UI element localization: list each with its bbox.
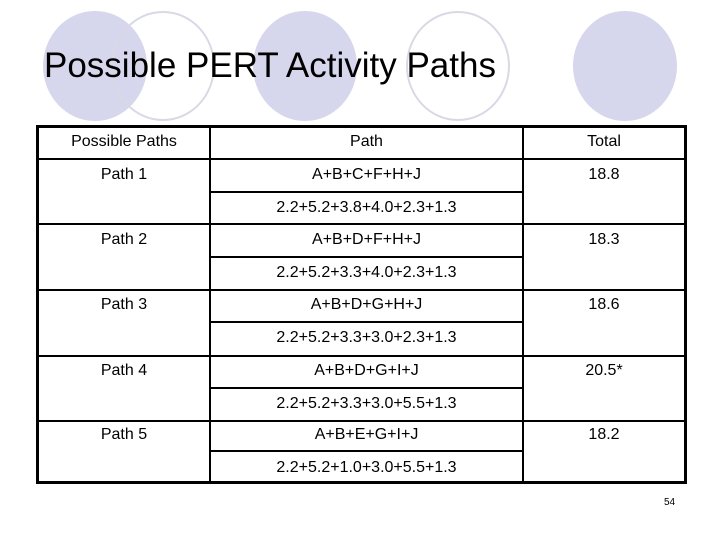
row-divider [39, 289, 684, 291]
header-possible-paths: Possible Paths [71, 133, 177, 150]
path-cell-divider [210, 450, 523, 452]
path-total: 18.8 [588, 166, 620, 183]
row-divider [39, 223, 684, 225]
path-name: Path 2 [100, 231, 148, 248]
slide-title: Possible PERT Activity Paths [44, 46, 496, 85]
path-activities: A+B+C+F+H+J [312, 166, 421, 183]
path-total: 18.6 [588, 296, 620, 313]
path-activities: A+B+E+G+I+J [314, 426, 419, 443]
paths-table: Possible Paths Path Total Path 1 A+B+C+F… [36, 125, 687, 484]
row-divider [39, 355, 684, 357]
path-durations: 2.2+5.2+3.3+4.0+2.3+1.3 [276, 264, 457, 281]
header-path: Path [350, 133, 383, 150]
decorative-circle-filled [573, 11, 677, 121]
path-durations: 2.2+5.2+3.3+3.0+5.5+1.3 [276, 395, 457, 412]
path-cell-divider [210, 321, 523, 323]
path-cell-divider [210, 387, 523, 389]
path-name: Path 1 [100, 166, 148, 183]
path-cell-divider [210, 256, 523, 258]
path-durations: 2.2+5.2+3.3+3.0+2.3+1.3 [276, 329, 457, 346]
header-total: Total [587, 133, 621, 150]
header-divider [39, 158, 684, 160]
row-divider [39, 420, 684, 422]
path-total: 20.5* [585, 362, 623, 379]
path-activities: A+B+D+G+H+J [310, 296, 423, 313]
path-total: 18.2 [588, 426, 620, 443]
path-name: Path 4 [100, 362, 148, 379]
path-durations: 2.2+5.2+3.8+4.0+2.3+1.3 [276, 199, 457, 216]
path-activities: A+B+D+G+I+J [314, 362, 419, 379]
page-number: 54 [664, 497, 676, 508]
path-name: Path 3 [100, 296, 148, 313]
path-activities: A+B+D+F+H+J [312, 231, 421, 248]
path-name: Path 5 [100, 426, 148, 443]
path-durations: 2.2+5.2+1.0+3.0+5.5+1.3 [276, 459, 457, 476]
path-total: 18.3 [588, 231, 620, 248]
path-cell-divider [210, 191, 523, 193]
